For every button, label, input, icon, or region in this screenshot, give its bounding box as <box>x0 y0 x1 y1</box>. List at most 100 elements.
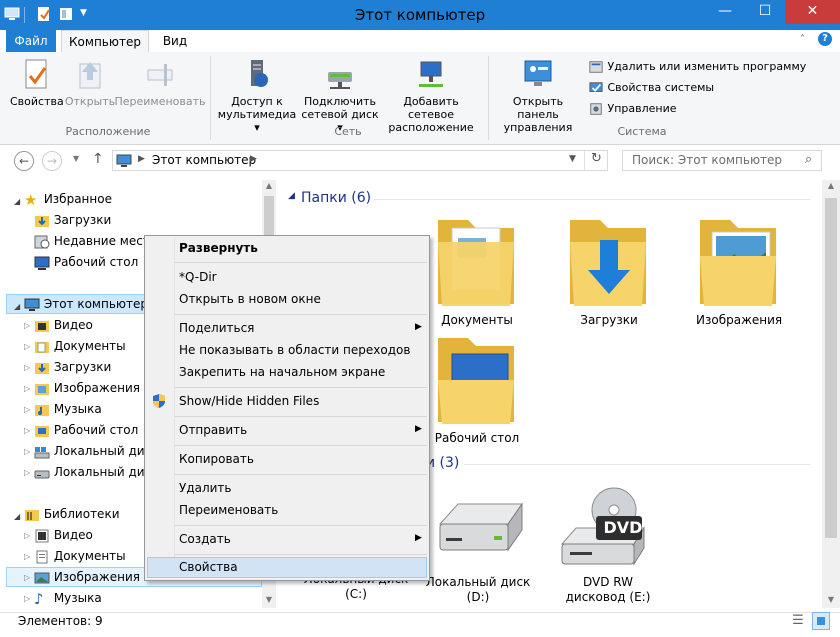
breadcrumb-this-pc[interactable]: Этот компьютер <box>152 153 256 167</box>
menu-open-new-window[interactable]: Открыть в новом окне <box>179 289 321 310</box>
computer-icon[interactable] <box>4 6 20 22</box>
nav-favorites[interactable]: ★ Избранное <box>24 189 112 210</box>
minimize-button[interactable]: — <box>705 0 745 24</box>
menu-rename[interactable]: Переименовать <box>179 500 278 521</box>
group-collapse-icon[interactable]: ◢ <box>288 191 295 201</box>
uninstall-program-button[interactable]: Удалить или изменить программу <box>588 58 806 76</box>
drive-e-dvd[interactable]: DVD DVD RW дисковод (E:) <box>548 486 668 608</box>
tree-expander-icon[interactable]: ▷ <box>24 420 30 441</box>
control-panel-button[interactable]: Открыть панель управления <box>492 58 584 134</box>
nav-pc-video[interactable]: Видео <box>34 315 93 336</box>
properties-button[interactable]: Свойства <box>10 58 64 108</box>
menu-create[interactable]: Создать <box>179 529 231 550</box>
ribbon-separator <box>488 56 489 140</box>
details-view-icon[interactable]: ☰ <box>790 613 806 629</box>
nav-pc-drive-d[interactable]: Локальный диск <box>34 462 158 483</box>
tree-expander-icon[interactable]: ▷ <box>24 357 30 378</box>
nav-recent[interactable]: Недавние места <box>34 231 157 252</box>
tab-computer[interactable]: Компьютер <box>61 30 149 54</box>
folders-header[interactable]: Папки (6) <box>301 190 371 206</box>
properties-qat-icon[interactable] <box>36 6 52 22</box>
menu-show-hide-hidden-files[interactable]: Show/Hide Hidden Files <box>179 391 319 412</box>
back-button[interactable]: ← <box>14 151 34 171</box>
scroll-down-icon[interactable]: ▼ <box>263 595 275 604</box>
forward-button[interactable]: → <box>42 151 62 171</box>
maximize-button[interactable]: ☐ <box>745 0 785 24</box>
manage-button[interactable]: Управление <box>588 100 677 118</box>
tree-expander-icon[interactable]: ▷ <box>24 567 30 588</box>
close-button[interactable]: ✕ <box>785 0 840 24</box>
nav-libraries[interactable]: Библиотеки <box>24 504 120 525</box>
nav-desktop[interactable]: Рабочий стол <box>34 252 138 273</box>
scroll-down-icon[interactable]: ▼ <box>823 595 839 604</box>
help-icon[interactable]: ? <box>818 32 832 46</box>
scroll-up-icon[interactable]: ▲ <box>263 181 275 190</box>
map-drive-button[interactable]: Подключить сетевой диск ▾ <box>300 58 380 134</box>
nav-pc-drive-c[interactable]: Локальный диск <box>34 441 158 462</box>
tree-expander-icon[interactable]: ▷ <box>24 336 30 357</box>
menu-send-to[interactable]: Отправить <box>179 420 247 441</box>
tab-file[interactable]: Файл <box>6 30 56 52</box>
nav-lib-video[interactable]: Видео <box>34 525 93 546</box>
add-network-location-button[interactable]: Добавить сетевое расположение <box>380 58 482 134</box>
collapse-ribbon-icon[interactable]: ˄ <box>800 34 805 45</box>
new-folder-qat-icon[interactable] <box>58 6 74 22</box>
menu-share[interactable]: Поделиться <box>179 318 254 339</box>
nav-pc-pictures[interactable]: Изображения <box>34 378 140 399</box>
nav-pc-music[interactable]: Музыка <box>34 399 102 420</box>
nav-pc-desktop[interactable]: Рабочий стол <box>34 420 138 441</box>
address-dropdown-icon[interactable]: ▼ <box>569 154 576 164</box>
tree-expander-icon[interactable]: ▷ <box>24 546 30 567</box>
system-properties-button[interactable]: Свойства системы <box>588 79 714 97</box>
tree-expander-icon[interactable]: ▷ <box>24 399 30 420</box>
tree-expander-icon[interactable]: ▷ <box>24 588 30 609</box>
nav-downloads[interactable]: Загрузки <box>34 210 111 231</box>
devices-header[interactable]: и (3) <box>426 455 459 471</box>
large-icons-view-button[interactable] <box>812 612 830 630</box>
menu-copy[interactable]: Копировать <box>179 449 254 470</box>
tree-expander-icon[interactable]: ▷ <box>24 441 30 462</box>
up-button[interactable]: ↑ <box>92 151 104 167</box>
nav-lib-pictures[interactable]: Изображения <box>34 567 140 588</box>
refresh-icon[interactable]: ↻ <box>591 151 602 166</box>
music-note-icon: ♪ <box>34 589 44 608</box>
qat-dropdown-icon[interactable]: ▼ <box>80 8 87 18</box>
tree-expander-icon[interactable]: ▷ <box>24 378 30 399</box>
folder-pictures[interactable]: Изображения <box>696 212 782 332</box>
drive-d[interactable]: Локальный диск (D:) <box>418 486 538 608</box>
tree-expander-icon[interactable]: ▷ <box>24 462 30 483</box>
open-button[interactable]: Открыть <box>64 58 116 108</box>
tab-view[interactable]: Вид <box>150 30 200 52</box>
scroll-up-icon[interactable]: ▲ <box>823 181 839 190</box>
media-access-button[interactable]: Доступ к мультимедиа ▾ <box>214 58 300 134</box>
tree-expander-icon[interactable]: ◢ <box>14 508 20 522</box>
tree-expander-icon[interactable]: ▷ <box>24 315 30 336</box>
folder-documents[interactable]: Документы <box>434 212 520 332</box>
folder-desktop[interactable]: Рабочий стол <box>434 330 520 450</box>
menu-separator <box>175 416 427 417</box>
recent-locations-icon[interactable]: ▼ <box>73 154 79 163</box>
tree-expander-icon[interactable]: ◢ <box>14 193 20 207</box>
menu-pin-start[interactable]: Закрепить на начальном экране <box>179 362 385 383</box>
nav-pc-downloads[interactable]: Загрузки <box>34 357 111 378</box>
folder-downloads[interactable]: Загрузки <box>566 212 652 332</box>
nav-this-pc[interactable]: Этот компьютер <box>24 294 148 315</box>
tree-expander-icon[interactable]: ◢ <box>14 298 20 312</box>
search-icon[interactable]: ⌕ <box>805 152 812 167</box>
menu-delete[interactable]: Удалить <box>179 478 232 499</box>
menu-properties[interactable]: Свойства <box>179 557 238 578</box>
search-input[interactable]: Поиск: Этот компьютер <box>622 150 822 171</box>
breadcrumb-chevron-icon[interactable]: ▶ <box>250 154 257 164</box>
nav-lib-music[interactable]: ♪ Музыка <box>34 588 102 609</box>
breadcrumb-chevron-icon[interactable]: ▶ <box>138 154 145 164</box>
content-scroll-thumb[interactable] <box>825 198 837 538</box>
menu-expand[interactable]: Развернуть <box>179 238 258 259</box>
folder-downloads-label: Загрузки <box>580 313 638 327</box>
nav-pc-documents[interactable]: Документы <box>34 336 126 357</box>
tree-expander-icon[interactable]: ▷ <box>24 525 30 546</box>
rename-button[interactable]: Переименовать <box>114 58 206 108</box>
menu-hide-from-nav[interactable]: Не показывать в области переходов <box>179 340 410 361</box>
nav-favorites-label: Избранное <box>43 192 112 206</box>
menu-qdir[interactable]: *Q-Dir <box>179 267 217 288</box>
nav-lib-documents[interactable]: Документы <box>34 546 126 567</box>
